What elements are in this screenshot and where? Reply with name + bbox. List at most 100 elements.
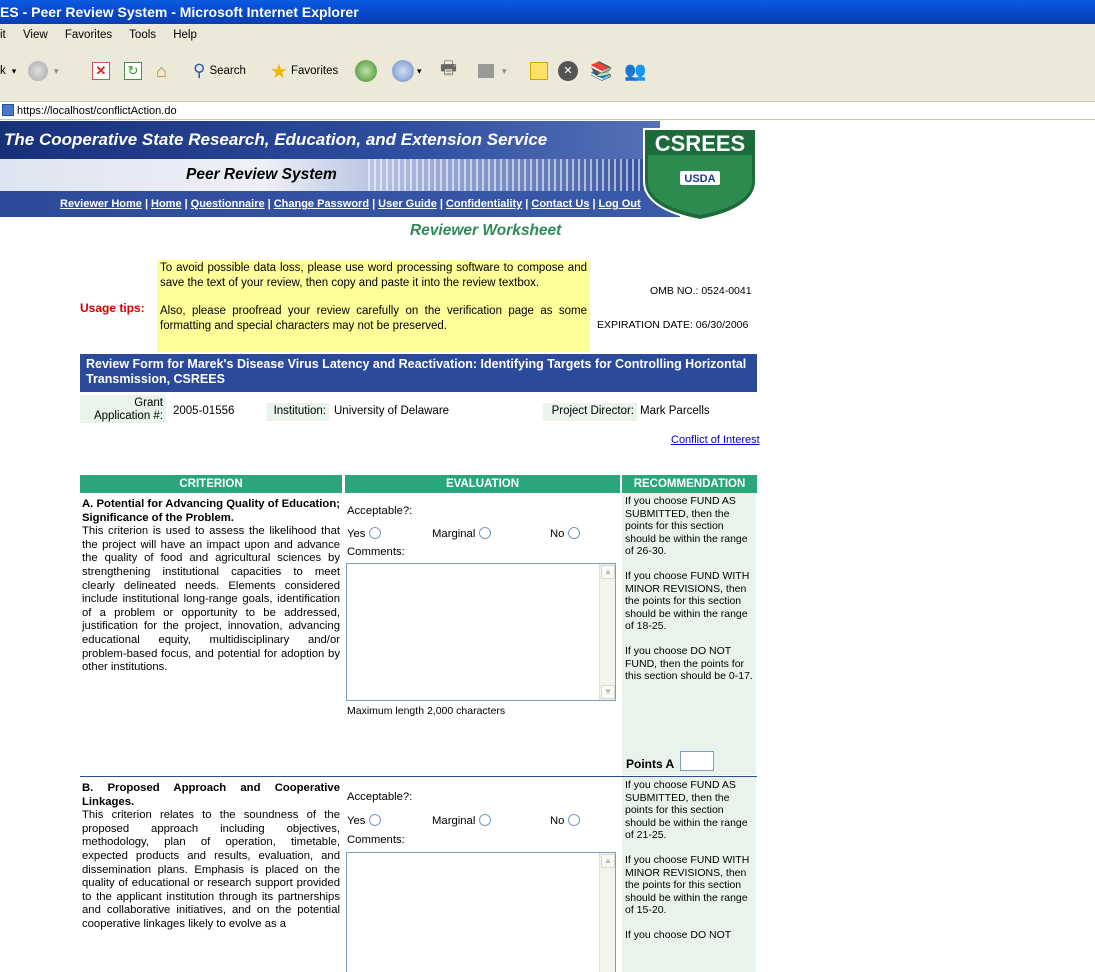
rec-a-fund: If you choose FUND AS SUBMITTED, then th… bbox=[625, 495, 748, 558]
window-title-bar: ES - Peer Review System - Microsoft Inte… bbox=[0, 0, 1095, 24]
page-icon bbox=[2, 104, 14, 116]
star-icon: ★ bbox=[270, 60, 288, 83]
nav-confidentiality[interactable]: Confidentiality bbox=[446, 198, 522, 210]
criterion-a: A. Potential for Advancing Quality of Ed… bbox=[82, 498, 340, 675]
address-url[interactable]: https://localhost/conflictAction.do bbox=[17, 105, 177, 117]
column-criterion: CRITERION bbox=[80, 475, 342, 493]
rec-b-fund: If you choose FUND AS SUBMITTED, then th… bbox=[625, 779, 748, 842]
history-button[interactable] bbox=[355, 58, 377, 84]
institution-value: University of Delaware bbox=[334, 405, 450, 417]
nav-contact-us[interactable]: Contact Us bbox=[531, 198, 589, 210]
criterion-b: B. Proposed Approach and Cooperative Lin… bbox=[82, 782, 340, 932]
comments-textarea-b[interactable]: ▲ bbox=[346, 852, 616, 972]
messenger-button[interactable]: 👥 bbox=[624, 58, 646, 84]
comments-label-b: Comments: bbox=[347, 834, 405, 846]
window-title: ES - Peer Review System - Microsoft Inte… bbox=[0, 4, 359, 20]
usage-tip-1: To avoid possible data loss, please use … bbox=[160, 262, 587, 289]
usage-tips-box: To avoid possible data loss, please use … bbox=[157, 260, 590, 352]
radio-no-a[interactable] bbox=[568, 527, 581, 539]
notes-button[interactable] bbox=[530, 58, 548, 84]
recommendation-a: If you choose FUND AS SUBMITTED, then th… bbox=[622, 493, 756, 775]
marginal-option-a: Marginal bbox=[432, 527, 492, 540]
menu-help[interactable]: Help bbox=[173, 29, 197, 41]
points-a-input[interactable] bbox=[680, 751, 714, 771]
mail-button[interactable]: ▾ bbox=[392, 58, 422, 84]
radio-no-b[interactable] bbox=[568, 814, 581, 826]
comments-label-a: Comments: bbox=[347, 546, 405, 558]
menu-view[interactable]: View bbox=[23, 29, 48, 41]
menu-tools[interactable]: Tools bbox=[129, 29, 156, 41]
research-button[interactable]: 📚 bbox=[590, 58, 612, 84]
marginal-label: Marginal bbox=[432, 528, 476, 540]
form-title: Review Form for Marek's Disease Virus La… bbox=[80, 354, 757, 392]
system-name: Peer Review System bbox=[186, 166, 337, 183]
logo-sub-text: USDA bbox=[684, 173, 715, 185]
scrollbar[interactable]: ▲ ▼ bbox=[599, 564, 615, 700]
edit-button[interactable]: ▾ bbox=[478, 58, 507, 84]
comments-textarea-a[interactable]: ▲ ▼ bbox=[346, 563, 616, 701]
rec-b-donot: If you choose DO NOT bbox=[625, 928, 732, 941]
max-length-a: Maximum length 2,000 characters bbox=[347, 705, 506, 717]
print-button[interactable]: 🖶 bbox=[440, 58, 457, 84]
nav-home[interactable]: Home bbox=[151, 198, 182, 210]
grant-label: Grant Application #: bbox=[80, 395, 166, 423]
radio-yes-a[interactable] bbox=[369, 527, 382, 539]
acceptable-label: Acceptable?: bbox=[347, 505, 413, 517]
refresh-button[interactable]: ↻ bbox=[124, 58, 142, 84]
address-bar[interactable]: https://localhost/conflictAction.do bbox=[0, 102, 1095, 120]
forward-button[interactable]: ▾ bbox=[28, 58, 59, 84]
radio-yes-b[interactable] bbox=[369, 814, 382, 826]
criterion-b-heading: B. Proposed Approach and Cooperative Lin… bbox=[82, 782, 340, 808]
usage-tips-label: Usage tips: bbox=[80, 301, 145, 315]
stop-button[interactable]: ✕ bbox=[92, 58, 110, 84]
scrollbar[interactable]: ▲ bbox=[599, 853, 615, 972]
omb-number: OMB NO.: 0524-0041 bbox=[650, 285, 752, 297]
history-icon bbox=[355, 60, 377, 82]
chevron-down-icon: ▾ bbox=[502, 65, 507, 76]
forward-icon bbox=[28, 61, 48, 81]
project-director-value: Mark Parcells bbox=[640, 405, 710, 417]
marginal-option-b: Marginal bbox=[432, 814, 492, 827]
acceptable-options-a: Yes Marginal No bbox=[347, 527, 619, 540]
criterion-b-body: This criterion relates to the soundness … bbox=[82, 809, 340, 930]
menu-bar: it View Favorites Tools Help bbox=[0, 24, 1095, 46]
rec-a-donot: If you choose DO NOT FUND, then the poin… bbox=[625, 644, 753, 683]
csrees-logo: CSREES USDA bbox=[643, 128, 757, 221]
nav-change-password[interactable]: Change Password bbox=[274, 198, 369, 210]
home-button[interactable]: ⌂ bbox=[156, 58, 167, 84]
nav-questionnaire[interactable]: Questionnaire bbox=[191, 198, 265, 210]
banner-stripes bbox=[368, 159, 660, 191]
no-option-b: No bbox=[550, 814, 581, 827]
marginal-label: Marginal bbox=[432, 815, 476, 827]
toolbar: k ▾ ▾ ✕ ↻ ⌂ ⚲ Search ★ Favorites ▾ 🖶 ▾ ✕ 📚 … bbox=[0, 46, 1095, 102]
menu-edit[interactable]: it bbox=[0, 29, 6, 41]
no-option-a: No bbox=[550, 527, 581, 540]
usage-tip-2: Also, please proofread your review caref… bbox=[160, 305, 587, 332]
nav-reviewer-home[interactable]: Reviewer Home bbox=[60, 198, 142, 210]
radio-marginal-a[interactable] bbox=[479, 527, 492, 539]
nav-log-out[interactable]: Log Out bbox=[599, 198, 641, 210]
grant-value: 2005-01556 bbox=[173, 405, 235, 417]
chevron-down-icon: ▾ bbox=[417, 65, 422, 76]
page-title: Reviewer Worksheet bbox=[410, 222, 562, 239]
back-button[interactable]: k ▾ bbox=[0, 58, 16, 84]
points-a-label: Points A bbox=[626, 757, 675, 771]
edit-icon bbox=[478, 64, 494, 78]
favorites-button[interactable]: ★ Favorites bbox=[270, 58, 338, 84]
close-tool-button[interactable]: ✕ bbox=[558, 58, 578, 84]
recommendation-b: If you choose FUND AS SUBMITTED, then th… bbox=[622, 777, 756, 972]
search-icon: ⚲ bbox=[193, 61, 206, 80]
radio-marginal-b[interactable] bbox=[479, 814, 492, 826]
acceptable-options-b: Yes Marginal No bbox=[347, 814, 619, 827]
menu-favorites[interactable]: Favorites bbox=[65, 29, 112, 41]
criterion-a-heading: A. Potential for Advancing Quality of Ed… bbox=[82, 498, 340, 524]
logo-text: CSREES bbox=[655, 131, 745, 156]
nav-user-guide[interactable]: User Guide bbox=[378, 198, 437, 210]
yes-label: Yes bbox=[347, 528, 366, 540]
conflict-of-interest-link[interactable]: Conflict of Interest bbox=[671, 434, 760, 446]
criterion-a-body: This criterion is used to assess the lik… bbox=[82, 525, 340, 674]
search-button[interactable]: ⚲ Search bbox=[193, 58, 246, 84]
chevron-down-icon: ▾ bbox=[11, 65, 17, 76]
page-content: The Cooperative State Research, Educatio… bbox=[0, 121, 1095, 972]
note-icon bbox=[530, 62, 548, 80]
